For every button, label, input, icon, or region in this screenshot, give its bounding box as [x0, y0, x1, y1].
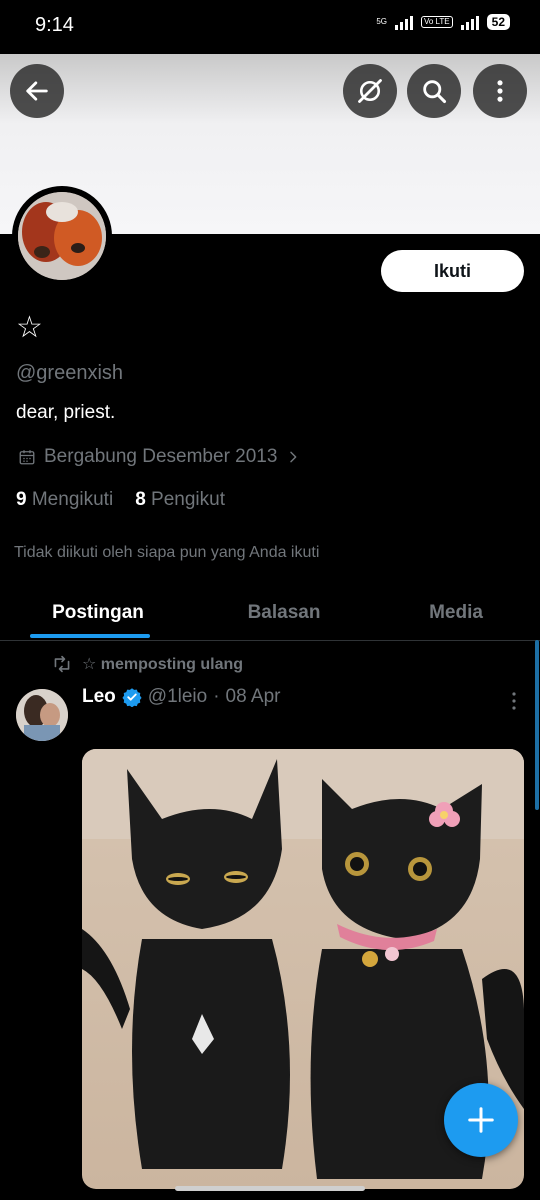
- post-meta-separator: ·: [213, 686, 220, 707]
- search-icon: [423, 80, 447, 104]
- profile-avatar[interactable]: [18, 192, 106, 280]
- more-vertical-icon: [512, 692, 516, 710]
- post-header: Leo @1leio · 08 Apr: [82, 686, 280, 708]
- status-icons: 5G Vo LTE 52: [376, 14, 510, 30]
- following-stat[interactable]: 9 Mengikuti: [16, 489, 113, 511]
- joined-date[interactable]: Bergabung Desember 2013: [18, 446, 301, 468]
- followers-stat[interactable]: 8 Pengikut: [135, 489, 225, 511]
- repost-label: ☆ memposting ulang: [82, 656, 244, 673]
- search-button[interactable]: [407, 64, 461, 118]
- home-indicator[interactable]: [175, 1186, 365, 1191]
- tab-media[interactable]: Media: [372, 586, 540, 640]
- joined-text: Bergabung Desember 2013: [44, 446, 278, 467]
- follow-button[interactable]: Ikuti: [381, 250, 524, 292]
- arrow-left-icon: [26, 81, 48, 101]
- compose-post-button[interactable]: [444, 1083, 518, 1157]
- avatar-image: [18, 192, 106, 280]
- repost-header: ☆ memposting ulang: [52, 654, 243, 674]
- scrollbar[interactable]: [535, 640, 539, 810]
- followers-label: Pengikut: [151, 489, 225, 510]
- status-bar: 9:14 5G Vo LTE 52: [0, 0, 540, 54]
- more-options-button[interactable]: [473, 64, 527, 118]
- profile-tabs: Postingan Balasan Media: [0, 586, 540, 641]
- signal-icon: [394, 14, 413, 30]
- signal-icon-2: [460, 14, 479, 30]
- profile-handle: @greenxish: [16, 362, 124, 384]
- author-avatar-image: [16, 689, 68, 741]
- active-tab-indicator: [30, 634, 150, 638]
- grok-icon: [358, 79, 382, 103]
- network-label: 5G: [376, 17, 387, 26]
- post-more-button[interactable]: [506, 690, 522, 717]
- status-time: 9:14: [35, 14, 74, 36]
- followers-count: 8: [135, 489, 146, 510]
- chevron-right-icon: [290, 451, 297, 463]
- battery-icon: 52: [486, 14, 510, 30]
- back-button[interactable]: [10, 64, 64, 118]
- verified-badge-icon: [122, 688, 142, 707]
- post-date[interactable]: 08 Apr: [226, 686, 281, 708]
- following-count: 9: [16, 489, 27, 510]
- post-author-avatar[interactable]: [16, 689, 68, 741]
- following-label: Mengikuti: [31, 489, 114, 510]
- post-author-name[interactable]: Leo: [82, 686, 116, 708]
- profile-bio: dear, priest.: [16, 402, 116, 423]
- display-name: ☆: [16, 311, 43, 344]
- plus-icon: [468, 1107, 494, 1133]
- volte-badge: Vo LTE: [420, 16, 453, 28]
- calendar-icon: [19, 450, 35, 465]
- grok-button[interactable]: [343, 64, 397, 118]
- followed-by-text: Tidak diikuti oleh siapa pun yang Anda i…: [14, 544, 320, 561]
- tab-posts[interactable]: Postingan: [0, 586, 196, 640]
- tab-replies[interactable]: Balasan: [196, 586, 372, 640]
- more-vertical-icon: [497, 80, 503, 102]
- repost-icon: [54, 655, 70, 673]
- follow-stats: 9 Mengikuti 8 Pengikut: [16, 489, 225, 511]
- post-author-handle[interactable]: @1leio: [148, 686, 207, 708]
